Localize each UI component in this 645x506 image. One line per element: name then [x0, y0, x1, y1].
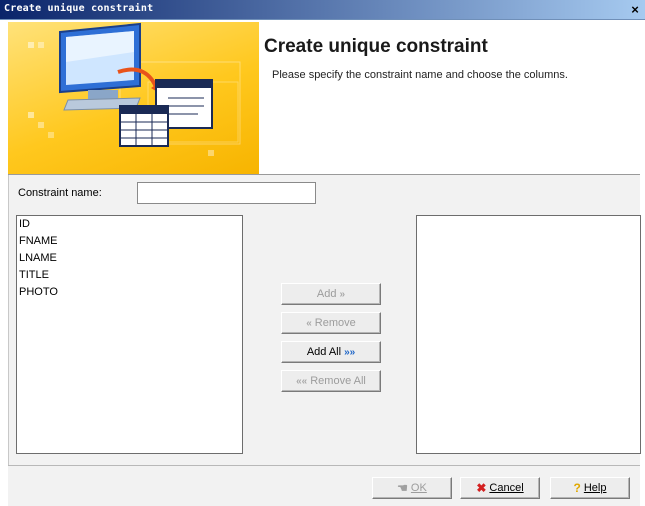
cancel-button[interactable]: ✖ Cancel	[460, 477, 540, 499]
computer-table-illustration-icon	[28, 22, 241, 156]
add-button-label: Add	[316, 288, 337, 300]
question-mark-icon: ?	[573, 481, 581, 495]
red-x-icon: ✖	[476, 481, 487, 495]
list-item[interactable]: ID	[17, 216, 242, 233]
list-item[interactable]: FNAME	[17, 233, 242, 250]
constraint-name-label: Constraint name:	[18, 187, 102, 199]
window-title: Create unique constraint	[4, 3, 154, 14]
page-subtitle: Please specify the constraint name and c…	[272, 69, 568, 81]
remove-all-button[interactable]: «« Remove All	[281, 370, 381, 392]
help-button[interactable]: ? Help	[550, 477, 630, 499]
title-bar[interactable]: Create unique constraint ×	[0, 0, 645, 20]
ok-button[interactable]: ☚ OK	[372, 477, 452, 499]
hand-pointer-icon: ☚	[397, 481, 408, 495]
help-button-label: Help	[583, 482, 607, 494]
remove-button-label: Remove	[314, 317, 356, 329]
double-chevron-right-icon: »	[339, 288, 346, 300]
list-item[interactable]: PHOTO	[17, 284, 242, 301]
add-button[interactable]: Add »	[281, 283, 381, 305]
list-item[interactable]: LNAME	[17, 250, 242, 267]
triple-chevron-right-icon: »»	[344, 346, 356, 358]
triple-chevron-left-icon: ««	[296, 375, 308, 387]
constraint-name-input[interactable]	[137, 182, 316, 204]
available-columns-list[interactable]: ID FNAME LNAME TITLE PHOTO	[16, 215, 243, 454]
banner-illustration	[8, 22, 259, 174]
close-icon[interactable]: ×	[628, 3, 642, 17]
remove-button[interactable]: « Remove	[281, 312, 381, 334]
ok-button-label: OK	[410, 482, 427, 494]
add-all-button-label: Add All	[306, 346, 342, 358]
dialog-window: Create unique constraint × Create unique…	[0, 0, 645, 506]
page-title: Create unique constraint	[264, 36, 488, 57]
list-item[interactable]: TITLE	[17, 267, 242, 284]
double-chevron-left-icon: «	[306, 317, 312, 329]
selected-columns-list[interactable]	[416, 215, 641, 454]
remove-all-button-label: Remove All	[310, 375, 366, 387]
add-all-button[interactable]: Add All »»	[281, 341, 381, 363]
wizard-header: Create unique constraint Please specify …	[8, 22, 640, 174]
footer-bar	[8, 466, 640, 506]
cancel-button-label: Cancel	[489, 482, 524, 494]
